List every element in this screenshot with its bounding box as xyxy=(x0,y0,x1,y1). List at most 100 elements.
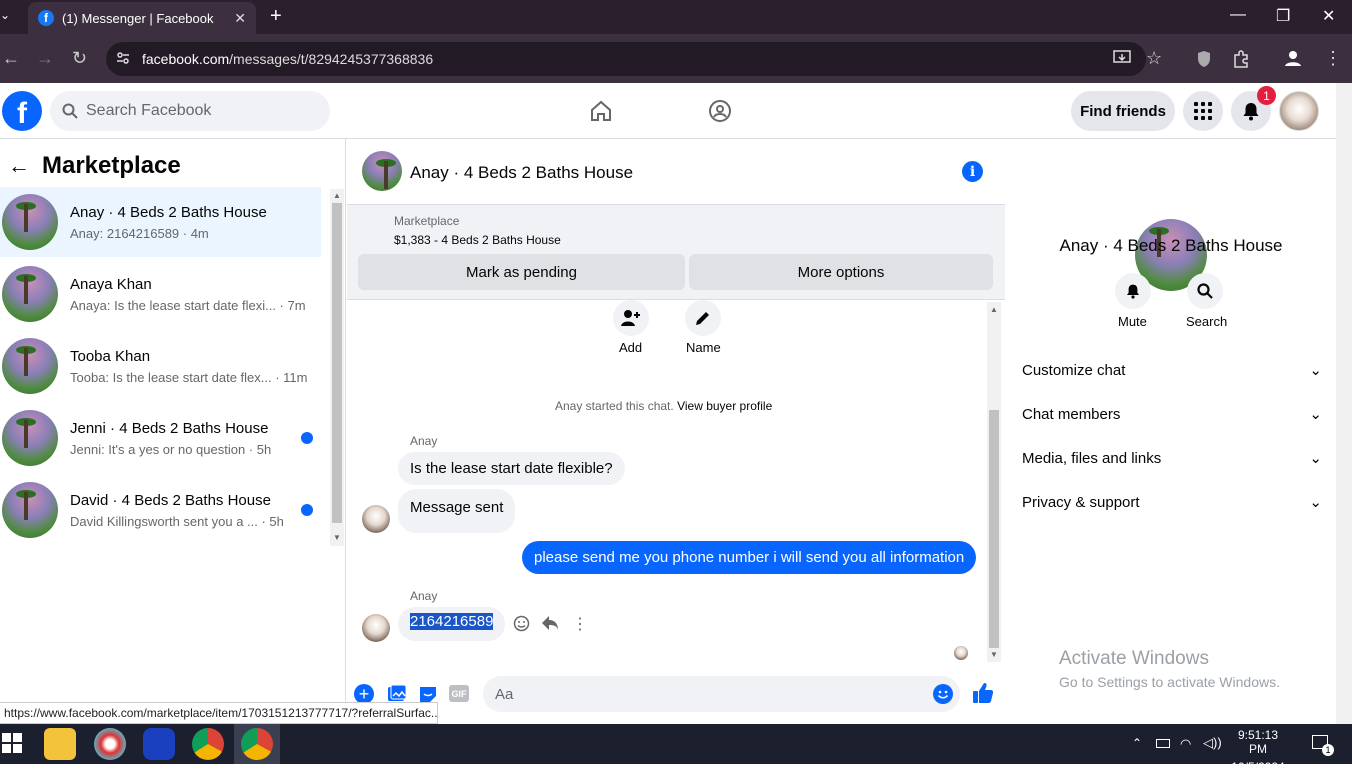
account-avatar[interactable] xyxy=(1279,91,1319,131)
chevron-down-icon: ⌄ xyxy=(1309,450,1322,467)
reload-icon[interactable]: ↻ xyxy=(72,48,87,69)
mark-as-pending-button[interactable]: Mark as pending xyxy=(358,254,685,290)
sender-avatar[interactable] xyxy=(362,614,390,642)
incoming-message[interactable]: Is the lease start date flexible? xyxy=(398,452,625,485)
scroll-up-arrow-icon[interactable]: ▲ xyxy=(990,305,998,314)
mute-button[interactable] xyxy=(1115,273,1151,309)
incoming-message[interactable]: Message sent xyxy=(398,489,516,533)
back-arrow-icon[interactable]: ← xyxy=(2,48,20,69)
menu-grid-button[interactable] xyxy=(1183,91,1223,131)
thumbs-up-icon[interactable] xyxy=(972,682,994,707)
scroll-down-arrow-icon[interactable]: ▼ xyxy=(990,650,998,659)
chat-started-label: Anay started this chat. xyxy=(555,399,674,413)
scroll-down-arrow-icon[interactable]: ▼ xyxy=(333,533,341,542)
bell-icon xyxy=(1243,103,1259,121)
page-scrollbar[interactable] xyxy=(1336,83,1352,724)
extensions-puzzle-icon[interactable] xyxy=(1232,50,1250,71)
incoming-message[interactable]: 2164216589 xyxy=(398,607,506,641)
conversation-item[interactable]: David · 4 Beds 2 Baths House David Killin… xyxy=(0,475,321,545)
chat-title[interactable]: Anay · 4 Beds 2 Baths House xyxy=(410,163,633,183)
add-people-button[interactable] xyxy=(613,300,649,336)
plus-icon[interactable]: + xyxy=(354,684,374,704)
browser-tab[interactable]: f (1) Messenger | Facebook ✕ xyxy=(28,2,256,34)
file-explorer-icon[interactable] xyxy=(44,728,76,760)
search-in-chat-button[interactable] xyxy=(1187,273,1223,309)
conversation-scrollbar-thumb[interactable] xyxy=(332,203,342,523)
windows-start-icon[interactable] xyxy=(2,733,22,756)
url-path: /messages/t/8294245377368836 xyxy=(229,51,434,67)
chrome-active-icon[interactable] xyxy=(241,728,273,760)
conversation-name: Tooba Khan xyxy=(70,347,151,365)
bookmark-star-icon[interactable]: ☆ xyxy=(1146,48,1162,69)
message-input[interactable]: Aa xyxy=(483,676,960,712)
listing-title[interactable]: $1,383 - 4 Beds 2 Baths House xyxy=(394,233,561,247)
conversation-name: Anaya Khan xyxy=(70,275,152,293)
search-icon xyxy=(1197,283,1213,299)
search-input[interactable]: Search Facebook xyxy=(50,91,330,131)
profile-icon[interactable] xyxy=(1284,49,1302,70)
chevron-down-icon: ⌄ xyxy=(1309,494,1322,511)
name-label: Name xyxy=(686,340,721,355)
chat-started-text: Anay started this chat. View buyer profi… xyxy=(555,399,772,413)
view-buyer-profile-link[interactable]: View buyer profile xyxy=(677,399,772,413)
clock[interactable]: 9:51:13 PM 10/5/2024 xyxy=(1228,728,1288,774)
network-icon[interactable]: ◠ xyxy=(1180,736,1191,752)
chevron-down-icon: ⌄ xyxy=(1309,406,1322,423)
tab-search-icon[interactable]: ⌄ xyxy=(0,8,10,22)
more-actions-icon[interactable]: ⋮ xyxy=(572,614,588,634)
site-settings-icon[interactable] xyxy=(116,51,130,65)
privacy-support-row[interactable]: Privacy & support ⌄ xyxy=(1022,493,1322,512)
snipping-tool-icon[interactable] xyxy=(94,728,126,760)
forward-arrow-icon[interactable]: → xyxy=(36,48,54,69)
install-app-icon[interactable] xyxy=(1113,50,1131,69)
conversation-item[interactable]: Jenni · 4 Beds 2 Baths House Jenni: It's … xyxy=(0,403,321,473)
battery-icon[interactable] xyxy=(1156,739,1170,748)
chat-avatar[interactable] xyxy=(362,151,402,191)
browser-menu-icon[interactable]: ⋮ xyxy=(1324,48,1342,69)
sender-name: Anay xyxy=(410,589,438,603)
reply-arrow-icon[interactable] xyxy=(541,615,559,634)
conversation-item[interactable]: Anay · 4 Beds 2 Baths House Anay: 2164216… xyxy=(0,187,321,257)
info-icon[interactable]: i xyxy=(962,161,983,182)
conversation-item[interactable]: Tooba Khan Tooba: Is the lease start date… xyxy=(0,331,321,401)
back-arrow-icon[interactable]: ← xyxy=(8,153,30,179)
volume-icon[interactable]: ◁)) xyxy=(1203,735,1222,751)
gif-icon[interactable]: GIF xyxy=(449,685,469,702)
activate-title: Activate Windows xyxy=(1059,648,1209,669)
react-smiley-icon[interactable] xyxy=(513,615,530,635)
address-bar[interactable]: facebook.com/messages/t/8294245377368836 xyxy=(106,42,1146,76)
chat-members-row[interactable]: Chat members ⌄ xyxy=(1022,405,1322,424)
tab-close-icon[interactable]: ✕ xyxy=(234,10,246,27)
tray-chevron-icon[interactable]: ⌃ xyxy=(1132,736,1142,750)
scroll-up-arrow-icon[interactable]: ▲ xyxy=(333,191,341,200)
new-tab-button[interactable]: + xyxy=(270,5,282,28)
notification-center-badge: 1 xyxy=(1322,744,1334,756)
groups-icon[interactable] xyxy=(708,99,732,126)
customize-chat-row[interactable]: Customize chat ⌄ xyxy=(1022,361,1322,380)
selected-phone-number[interactable]: 2164216589 xyxy=(410,613,494,630)
home-icon[interactable] xyxy=(589,99,613,126)
media-files-links-row[interactable]: Media, files and links ⌄ xyxy=(1022,449,1322,468)
more-options-button[interactable]: More options xyxy=(689,254,993,290)
add-person-icon xyxy=(621,310,640,326)
sender-avatar[interactable] xyxy=(362,505,390,533)
outgoing-message[interactable]: please send me you phone number i will s… xyxy=(522,541,977,574)
emoji-icon[interactable] xyxy=(933,684,953,704)
link-status-bar: https://www.facebook.com/marketplace/ite… xyxy=(0,702,438,724)
vpn-app-icon[interactable] xyxy=(143,728,175,760)
shield-extension-icon[interactable] xyxy=(1196,50,1212,71)
activate-subtitle: Go to Settings to activate Windows. xyxy=(1059,674,1280,690)
find-friends-button[interactable]: Find friends xyxy=(1071,91,1175,131)
listing-avatar xyxy=(2,266,58,322)
facebook-logo[interactable]: f xyxy=(2,91,42,131)
conversation-item[interactable]: Anaya Khan Anaya: Is the lease start date… xyxy=(0,259,321,329)
chat-scrollbar-thumb[interactable] xyxy=(989,410,999,648)
minimize-window-button[interactable]: — xyxy=(1230,6,1246,24)
composer-placeholder: Aa xyxy=(495,685,514,703)
chrome-profile-icon[interactable] xyxy=(192,728,224,760)
maximize-window-button[interactable]: ❐ xyxy=(1276,6,1290,26)
close-window-button[interactable]: ✕ xyxy=(1322,6,1335,26)
activate-windows-watermark: Activate Windows Go to Settings to activ… xyxy=(1059,648,1280,690)
name-chat-button[interactable] xyxy=(685,300,721,336)
marketplace-header: ← Marketplace xyxy=(8,152,181,180)
